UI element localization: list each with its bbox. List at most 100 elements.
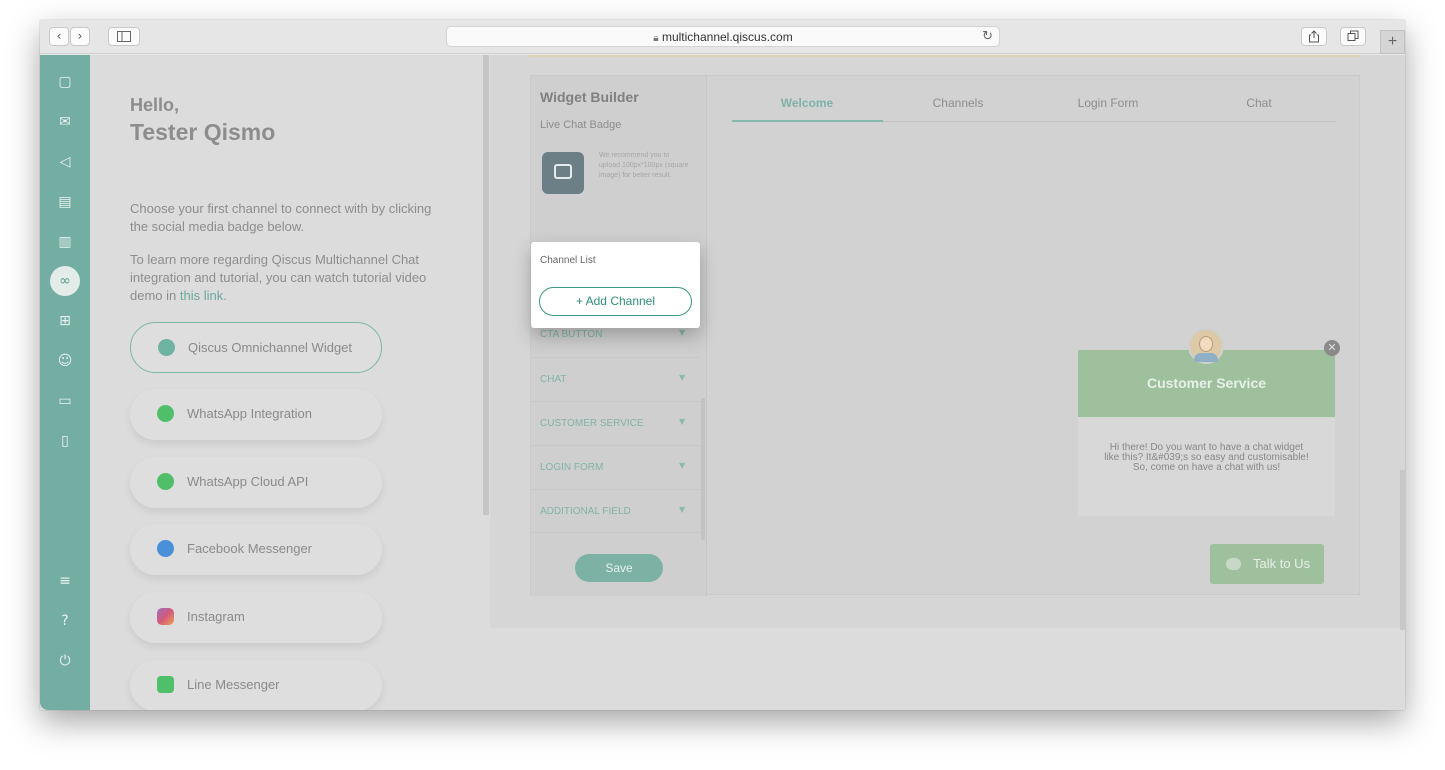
greeting-hello: Hello, bbox=[130, 95, 180, 115]
messenger-icon bbox=[157, 540, 174, 557]
tab-chat[interactable]: Chat bbox=[1184, 96, 1334, 110]
browser-window: ‹ › 🔒︎ multichannel.qiscus.com ↻ + ▢ ✉ ◁… bbox=[40, 20, 1405, 710]
learn-more-suffix: . bbox=[223, 288, 227, 303]
widget-builder-title: Widget Builder bbox=[540, 89, 639, 105]
learn-more-prefix: To learn more regarding Qiscus Multichan… bbox=[130, 252, 427, 303]
channel-whatsapp-cloud-api[interactable]: WhatsApp Cloud API bbox=[130, 457, 382, 508]
section-label: CTA BUTTON bbox=[540, 329, 603, 340]
chevron-down-icon: ▼ bbox=[679, 328, 686, 337]
tabs-overview-button[interactable] bbox=[1340, 27, 1366, 46]
avatar-face bbox=[1199, 336, 1213, 352]
apps-grid-icon[interactable]: ⊞ bbox=[50, 306, 80, 336]
section-customer-service[interactable]: CUSTOMER SERVICE ▼ bbox=[531, 401, 701, 445]
address-bar[interactable]: 🔒︎ multichannel.qiscus.com ↻ bbox=[446, 26, 1000, 47]
section-label: LOGIN FORM bbox=[540, 462, 604, 473]
share-icon bbox=[1309, 30, 1319, 43]
lock-icon: 🔒︎ bbox=[653, 33, 659, 44]
active-tab-indicator bbox=[732, 120, 883, 122]
forward-button[interactable]: › bbox=[70, 27, 90, 46]
channel-label: Line Messenger bbox=[187, 677, 280, 692]
browser-toolbar: ‹ › 🔒︎ multichannel.qiscus.com ↻ + bbox=[40, 20, 1405, 54]
chat-badge-icon bbox=[554, 164, 572, 179]
ticket-icon[interactable]: ▭ bbox=[50, 386, 80, 416]
mail-icon[interactable]: ✉ bbox=[50, 107, 80, 137]
upload-recommendation: We recommend you to upload 100px*100px (… bbox=[599, 152, 689, 179]
section-label: CHAT bbox=[540, 374, 567, 385]
tutorial-link[interactable]: this link bbox=[180, 288, 223, 303]
avatar-body bbox=[1194, 353, 1218, 362]
learn-more-text: To learn more regarding Qiscus Multichan… bbox=[130, 251, 445, 305]
preview-message: Hi there! Do you want to have a chat wid… bbox=[1104, 442, 1309, 473]
main-sidebar: ▢ ✉ ◁ ▤ ▥ ∞ ⊞ ☺ ▭ ▯ ≡ ? ⏻ bbox=[40, 55, 90, 710]
channel-label: WhatsApp Integration bbox=[187, 406, 313, 421]
sidebar-toggle-button[interactable] bbox=[108, 27, 140, 46]
channel-qiscus-omnichannel-widget[interactable]: Qiscus Omnichannel Widget bbox=[130, 322, 382, 373]
channel-label: Facebook Messenger bbox=[187, 541, 313, 556]
analytics-icon[interactable]: ▥ bbox=[50, 227, 80, 257]
add-channel-button[interactable]: + Add Channel bbox=[539, 287, 692, 316]
intro-text: Choose your first channel to connect wit… bbox=[130, 201, 432, 234]
chevron-down-icon: ▼ bbox=[679, 417, 686, 426]
url-text: multichannel.qiscus.com bbox=[661, 30, 793, 44]
channel-label: Instagram bbox=[187, 609, 245, 624]
page-scrollbar[interactable] bbox=[1400, 470, 1405, 630]
reload-icon[interactable]: ↻ bbox=[982, 27, 993, 47]
channel-list-popup: Channel List + Add Channel bbox=[531, 242, 700, 328]
user-icon[interactable]: ☺ bbox=[50, 346, 80, 376]
section-label: CUSTOMER SERVICE bbox=[540, 418, 644, 429]
channel-label: Qiscus Omnichannel Widget bbox=[188, 340, 353, 355]
power-icon[interactable]: ⏻ bbox=[50, 646, 80, 676]
integration-icon[interactable]: ∞ bbox=[50, 266, 80, 296]
agent-avatar bbox=[1188, 328, 1224, 364]
widget-builder-card: Widget Builder Live Chat Badge We recomm… bbox=[530, 75, 1360, 596]
left-panel-scrollbar[interactable] bbox=[483, 55, 489, 515]
instagram-icon bbox=[157, 608, 174, 625]
widget-builder-settings: Widget Builder Live Chat Badge We recomm… bbox=[531, 76, 707, 596]
channel-instagram[interactable]: Instagram bbox=[130, 592, 382, 643]
talk-to-us-label: Talk to Us bbox=[1253, 556, 1311, 571]
section-chat[interactable]: CHAT ▼ bbox=[531, 357, 701, 401]
chevron-down-icon: ▼ bbox=[679, 505, 686, 514]
preview-body: Hi there! Do you want to have a chat wid… bbox=[1078, 417, 1335, 516]
greeting-username: Tester Qismo bbox=[130, 119, 276, 145]
channel-whatsapp-integration[interactable]: WhatsApp Integration bbox=[130, 389, 382, 440]
badge-upload-button[interactable] bbox=[542, 152, 584, 194]
chat-bubble-icon[interactable]: ▢ bbox=[50, 67, 80, 97]
preview-title: Customer Service bbox=[1146, 375, 1267, 391]
chevron-down-icon: ▼ bbox=[679, 373, 686, 382]
mobile-icon[interactable]: ▯ bbox=[50, 426, 80, 456]
notice-bar bbox=[530, 55, 1360, 57]
chevron-down-icon: ▼ bbox=[679, 461, 686, 470]
tab-welcome[interactable]: Welcome bbox=[732, 96, 882, 110]
section-additional-field[interactable]: ADDITIONAL FIELD ▼ bbox=[531, 489, 701, 533]
settings-sliders-icon[interactable]: ≡ bbox=[50, 566, 80, 596]
settings-scrollbar[interactable] bbox=[701, 398, 705, 540]
channel-list-title: Channel List bbox=[540, 255, 596, 266]
save-button[interactable]: Save bbox=[575, 554, 663, 582]
live-chat-badge-label: Live Chat Badge bbox=[540, 119, 622, 131]
tab-login-form[interactable]: Login Form bbox=[1033, 96, 1183, 110]
help-icon[interactable]: ? bbox=[50, 606, 80, 636]
sidebar-toggle-icon bbox=[117, 31, 131, 42]
tabs-icon bbox=[1347, 30, 1359, 41]
whatsapp-icon bbox=[157, 405, 174, 422]
channel-facebook-messenger[interactable]: Facebook Messenger bbox=[130, 524, 382, 575]
share-button[interactable] bbox=[1301, 27, 1327, 46]
chat-bubble-icon bbox=[1226, 558, 1241, 570]
megaphone-icon[interactable]: ◁ bbox=[50, 147, 80, 177]
channel-selection-panel: Hello, Tester Qismo Choose your first ch… bbox=[90, 55, 490, 710]
new-tab-button[interactable]: + bbox=[1380, 30, 1405, 54]
channel-line-messenger[interactable]: Line Messenger bbox=[130, 660, 382, 710]
chat-widget-preview: Customer Service ✕ Hi there! Do you want… bbox=[1078, 328, 1340, 516]
line-icon bbox=[157, 676, 174, 693]
qiscus-icon bbox=[158, 339, 175, 356]
tab-channels[interactable]: Channels bbox=[883, 96, 1033, 110]
close-icon[interactable]: ✕ bbox=[1324, 340, 1340, 356]
channel-label: WhatsApp Cloud API bbox=[187, 474, 309, 489]
id-card-icon[interactable]: ▤ bbox=[50, 187, 80, 217]
section-login-form[interactable]: LOGIN FORM ▼ bbox=[531, 445, 701, 489]
app-content: ▢ ✉ ◁ ▤ ▥ ∞ ⊞ ☺ ▭ ▯ ≡ ? ⏻ Hello, Tester … bbox=[40, 55, 1405, 710]
talk-to-us-button[interactable]: Talk to Us bbox=[1210, 544, 1324, 584]
section-label: ADDITIONAL FIELD bbox=[540, 506, 631, 517]
back-button[interactable]: ‹ bbox=[49, 27, 69, 46]
